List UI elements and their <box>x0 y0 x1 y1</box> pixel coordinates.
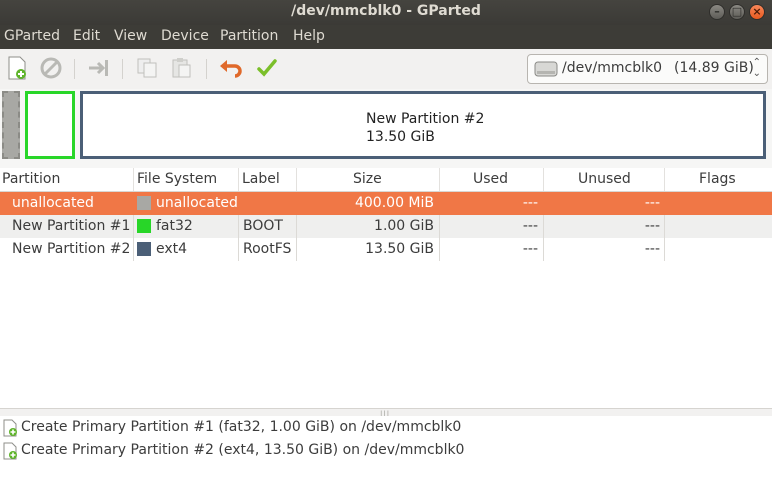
operation-item[interactable]: Create Primary Partition #1 (fat32, 1.00… <box>0 416 772 439</box>
toolbar-separator <box>74 59 75 79</box>
diskmap-partition-name: New Partition #2 <box>366 111 485 127</box>
menu-device[interactable]: Device <box>161 28 209 44</box>
new-partition-button[interactable] <box>4 55 30 81</box>
diskmap-partition-1[interactable] <box>25 91 75 159</box>
table-header: Partition File System Label Size Used Un… <box>0 168 772 192</box>
column-divider <box>238 238 239 261</box>
copy-icon <box>137 58 157 78</box>
menu-gparted[interactable]: GParted <box>4 28 60 44</box>
menu-view[interactable]: View <box>114 28 147 44</box>
column-divider[interactable] <box>238 168 239 191</box>
column-divider[interactable] <box>296 168 297 191</box>
diskmap-unallocated[interactable] <box>2 91 20 159</box>
cell-label: RootFS <box>243 241 292 257</box>
delete-icon <box>40 57 62 79</box>
cell-partition: New Partition #1 <box>12 218 131 234</box>
paste-icon <box>172 58 191 78</box>
minimize-button[interactable]: – <box>709 4 725 20</box>
column-header-flags[interactable]: Flags <box>699 171 736 187</box>
operation-item[interactable]: Create Primary Partition #2 (ext4, 13.50… <box>0 439 772 462</box>
new-icon <box>8 56 26 80</box>
column-header-unused[interactable]: Unused <box>578 171 631 187</box>
column-divider[interactable] <box>543 168 544 191</box>
title-bar: /dev/mmcblk0 - GParted – □ × <box>0 0 772 25</box>
delete-partition-button[interactable] <box>38 55 64 81</box>
diskmap-partition-2[interactable]: New Partition #2 13.50 GiB <box>80 91 766 159</box>
toolbar-separator <box>122 59 123 79</box>
operation-text: Create Primary Partition #2 (ext4, 13.50… <box>21 442 465 458</box>
menu-bar: GParted Edit View Device Partition Help <box>0 25 772 49</box>
column-header-partition[interactable]: Partition <box>2 171 60 187</box>
cell-filesystem: unallocated <box>156 195 238 211</box>
menu-edit[interactable]: Edit <box>73 28 100 44</box>
toolbar-separator <box>206 59 207 79</box>
device-size: (14.89 GiB) <box>674 60 754 76</box>
resize-move-button[interactable] <box>86 55 112 81</box>
cell-unused: --- <box>644 195 660 211</box>
new-partition-icon <box>3 419 17 437</box>
undo-icon <box>220 60 242 78</box>
disk-map: New Partition #2 13.50 GiB <box>0 89 772 166</box>
window-title: /dev/mmcblk0 - GParted <box>291 3 481 19</box>
menu-partition[interactable]: Partition <box>220 28 278 44</box>
cell-used: --- <box>522 241 538 257</box>
column-divider[interactable] <box>133 168 134 191</box>
pending-operations-list: Create Primary Partition #1 (fat32, 1.00… <box>0 416 772 499</box>
chevron-updown-icon: ⌃ ⌄ <box>752 57 761 79</box>
column-divider <box>664 238 665 261</box>
filesystem-color-swatch <box>137 219 151 233</box>
toolbar: /dev/mmcblk0 (14.89 GiB) ⌃ ⌄ <box>0 49 772 90</box>
maximize-button[interactable]: □ <box>729 4 745 20</box>
cell-size: 13.50 GiB <box>365 241 434 257</box>
undo-button[interactable] <box>218 55 244 81</box>
column-header-size[interactable]: Size <box>353 171 382 187</box>
cell-size: 400.00 MiB <box>354 195 434 211</box>
cell-filesystem: ext4 <box>156 241 188 257</box>
close-button[interactable]: × <box>749 4 765 20</box>
column-divider <box>133 215 134 238</box>
column-header-label[interactable]: Label <box>242 171 280 187</box>
column-divider <box>664 215 665 238</box>
cell-label: BOOT <box>243 218 283 234</box>
partition-table: Partition File System Label Size Used Un… <box>0 168 772 408</box>
cell-partition: New Partition #2 <box>12 241 131 257</box>
paste-button[interactable] <box>168 55 194 81</box>
cell-used: --- <box>522 195 538 211</box>
new-partition-icon <box>3 442 17 460</box>
table-row[interactable]: New Partition #2 ext4 RootFS 13.50 GiB -… <box>0 238 772 261</box>
column-divider[interactable] <box>664 168 665 191</box>
apply-button[interactable] <box>254 55 280 81</box>
column-divider <box>238 215 239 238</box>
table-row[interactable]: New Partition #1 fat32 BOOT 1.00 GiB ---… <box>0 215 772 238</box>
copy-button[interactable] <box>134 55 160 81</box>
cell-unused: --- <box>644 241 660 257</box>
column-divider <box>133 238 134 261</box>
device-name: /dev/mmcblk0 <box>562 60 662 76</box>
harddisk-icon <box>534 61 558 77</box>
column-header-used[interactable]: Used <box>473 171 508 187</box>
filesystem-color-swatch <box>137 196 151 210</box>
filesystem-color-swatch <box>137 242 151 256</box>
cell-unused: --- <box>644 218 660 234</box>
column-divider[interactable] <box>439 168 440 191</box>
resize-move-icon <box>89 60 108 76</box>
operation-text: Create Primary Partition #1 (fat32, 1.00… <box>21 419 462 435</box>
apply-icon <box>257 59 277 77</box>
device-selector[interactable]: /dev/mmcblk0 (14.89 GiB) ⌃ ⌄ <box>527 54 768 84</box>
diskmap-partition-size: 13.50 GiB <box>366 129 435 145</box>
cell-used: --- <box>522 218 538 234</box>
cell-size: 1.00 GiB <box>374 218 434 234</box>
cell-filesystem: fat32 <box>156 218 193 234</box>
table-row[interactable]: unallocated unallocated 400.00 MiB --- -… <box>0 192 772 215</box>
cell-partition: unallocated <box>12 195 94 211</box>
menu-help[interactable]: Help <box>293 28 325 44</box>
column-header-filesystem[interactable]: File System <box>137 171 217 187</box>
